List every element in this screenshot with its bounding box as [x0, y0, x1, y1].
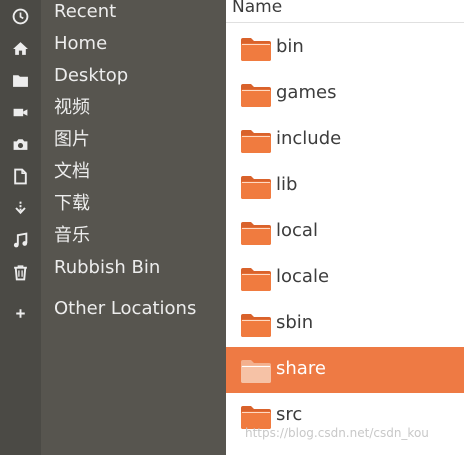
folder-icon	[241, 268, 271, 291]
file-row-sbin[interactable]: sbin	[226, 301, 464, 347]
sidebar-item-recent[interactable]: Recent	[0, 0, 226, 32]
column-header-name[interactable]: Name	[226, 0, 464, 23]
sidebar-item-label: Desktop	[54, 65, 129, 86]
sidebar-item-home[interactable]: Home	[0, 32, 226, 64]
sidebar-item-label: 视频	[54, 97, 90, 118]
file-name: bin	[276, 36, 304, 57]
sidebar-item-label: Home	[54, 33, 108, 54]
sidebar-item-videos[interactable]: 视频	[0, 96, 226, 128]
file-name: games	[276, 82, 337, 103]
folder-icon	[241, 38, 271, 61]
file-name: local	[276, 220, 318, 241]
file-list: Name bin games include lib local locale …	[226, 0, 464, 455]
camera-icon	[12, 136, 29, 153]
download-icon	[12, 200, 29, 217]
clock-icon	[12, 8, 29, 25]
file-row-locale[interactable]: locale	[226, 255, 464, 301]
sidebar-item-label: Recent	[54, 1, 117, 22]
document-icon	[12, 168, 29, 185]
sidebar-item-label: 音乐	[54, 225, 90, 246]
sidebar-item-music[interactable]: 音乐	[0, 224, 226, 256]
file-name: sbin	[276, 312, 314, 333]
folder-icon	[241, 176, 271, 199]
folder-icon	[241, 222, 271, 245]
watermark-text: https://blog.csdn.net/csdn_kou	[245, 426, 429, 440]
sidebar: Recent Home Desktop 视频 图片 文档 下载 音乐 Rubbi…	[0, 0, 226, 455]
sidebar-item-rubbish-bin[interactable]: Rubbish Bin	[0, 256, 226, 288]
music-icon	[12, 232, 29, 249]
folder-icon	[241, 360, 271, 383]
file-row-include[interactable]: include	[226, 117, 464, 163]
sidebar-item-label: 文档	[54, 161, 90, 182]
folder-icon	[241, 130, 271, 153]
file-row-share[interactable]: share	[226, 347, 464, 393]
folder-icon	[241, 84, 271, 107]
column-header-label: Name	[232, 0, 283, 17]
sidebar-item-label: 下载	[54, 193, 90, 214]
sidebar-item-label: Rubbish Bin	[54, 257, 161, 278]
file-name: share	[276, 358, 326, 379]
sidebar-item-pictures[interactable]: 图片	[0, 128, 226, 160]
file-row-bin[interactable]: bin	[226, 25, 464, 71]
file-row-lib[interactable]: lib	[226, 163, 464, 209]
plus-icon	[12, 305, 29, 322]
trash-icon	[12, 264, 29, 281]
file-name: src	[276, 404, 303, 425]
file-row-local[interactable]: local	[226, 209, 464, 255]
file-name: lib	[276, 174, 298, 195]
file-name: include	[276, 128, 342, 149]
sidebar-item-label: 图片	[54, 129, 90, 150]
video-icon	[12, 104, 29, 121]
folder-icon	[12, 72, 29, 89]
sidebar-item-label: Other Locations	[54, 298, 197, 319]
sidebar-item-documents[interactable]: 文档	[0, 160, 226, 192]
home-icon	[12, 40, 29, 57]
file-row-games[interactable]: games	[226, 71, 464, 117]
sidebar-item-desktop[interactable]: Desktop	[0, 64, 226, 96]
file-name: locale	[276, 266, 330, 287]
sidebar-item-downloads[interactable]: 下载	[0, 192, 226, 224]
folder-icon	[241, 314, 271, 337]
sidebar-item-other-locations[interactable]: Other Locations	[0, 297, 226, 329]
